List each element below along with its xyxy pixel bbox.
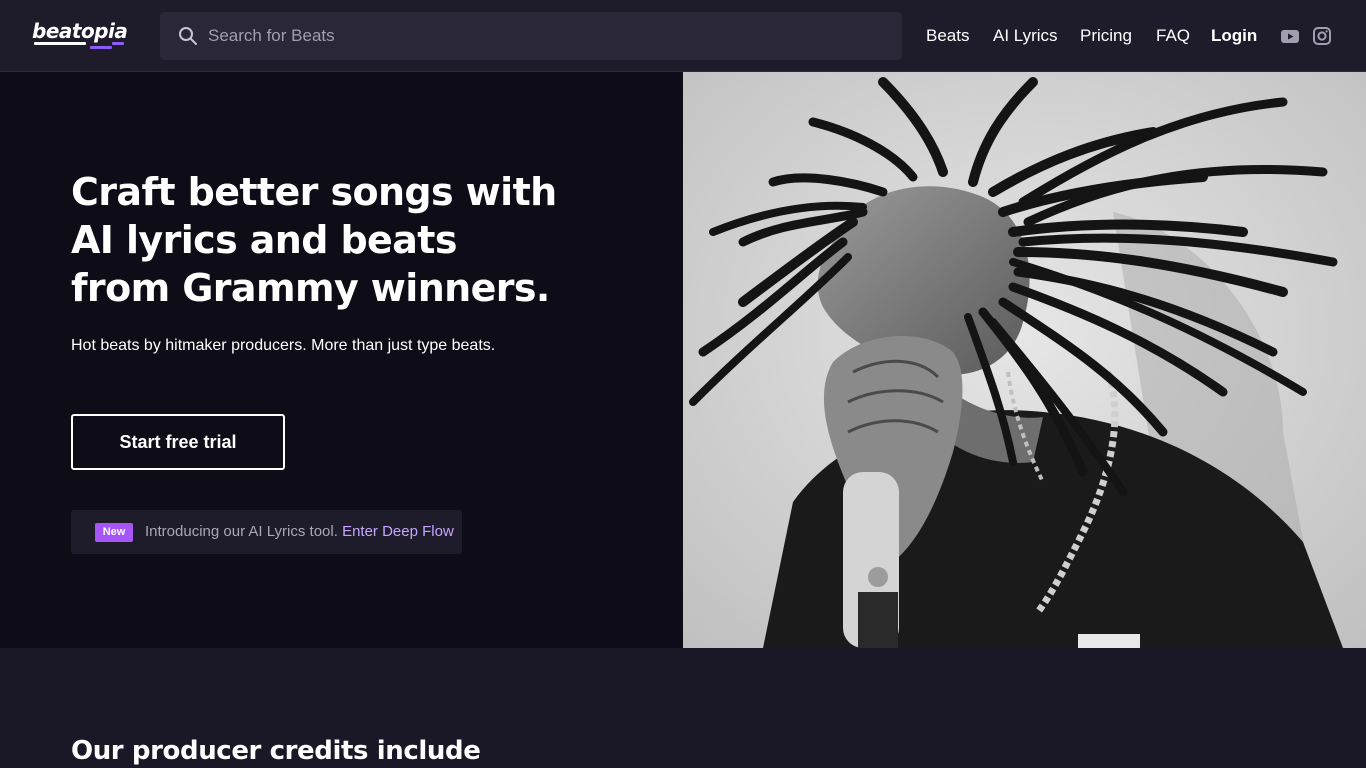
nav-ai-lyrics[interactable]: AI Lyrics bbox=[993, 0, 1058, 72]
logo[interactable]: beatopia bbox=[32, 18, 128, 54]
hero-title: Craft better songs with AI lyrics and be… bbox=[71, 168, 631, 312]
instagram-icon[interactable] bbox=[1312, 26, 1332, 46]
nav-faq[interactable]: FAQ bbox=[1156, 0, 1190, 72]
search-input[interactable] bbox=[208, 12, 888, 60]
logo-mark-purple bbox=[90, 46, 112, 49]
hero-title-line-1: Craft better songs with bbox=[71, 170, 557, 214]
nav-beats[interactable]: Beats bbox=[926, 0, 969, 72]
search-bar[interactable] bbox=[160, 12, 902, 60]
site-header: beatopia Beats AI Lyrics Pricing FAQ Log… bbox=[0, 0, 1366, 72]
hero-subtitle: Hot beats by hitmaker producers. More th… bbox=[71, 337, 496, 354]
promo-text-wrap: Introducing our AI Lyrics tool. Enter De… bbox=[145, 510, 454, 554]
logo-text: beatopia bbox=[32, 19, 128, 43]
hero-image bbox=[683, 72, 1366, 648]
nav-login[interactable]: Login bbox=[1211, 0, 1257, 72]
credits-section: Our producer credits include bbox=[0, 648, 1366, 768]
promo-text: Introducing our AI Lyrics tool. bbox=[145, 523, 338, 540]
start-free-trial-button[interactable]: Start free trial bbox=[71, 414, 285, 470]
credits-title: Our producer credits include bbox=[71, 736, 481, 766]
enter-deep-flow-link[interactable]: Enter Deep Flow bbox=[342, 523, 454, 540]
hero-section: Craft better songs with AI lyrics and be… bbox=[0, 72, 683, 648]
hero-title-line-2: AI lyrics and beats bbox=[71, 218, 457, 262]
hero-title-line-3: from Grammy winners. bbox=[71, 266, 550, 310]
youtube-icon[interactable] bbox=[1280, 26, 1300, 46]
new-badge: New bbox=[95, 523, 133, 542]
search-icon bbox=[179, 27, 197, 45]
artist-photo-illustration bbox=[683, 72, 1366, 648]
promo-banner: New Introducing our AI Lyrics tool. Ente… bbox=[71, 510, 462, 554]
logo-mark-purple-small bbox=[112, 42, 124, 45]
logo-mark-white bbox=[34, 42, 86, 45]
nav-pricing[interactable]: Pricing bbox=[1080, 0, 1132, 72]
